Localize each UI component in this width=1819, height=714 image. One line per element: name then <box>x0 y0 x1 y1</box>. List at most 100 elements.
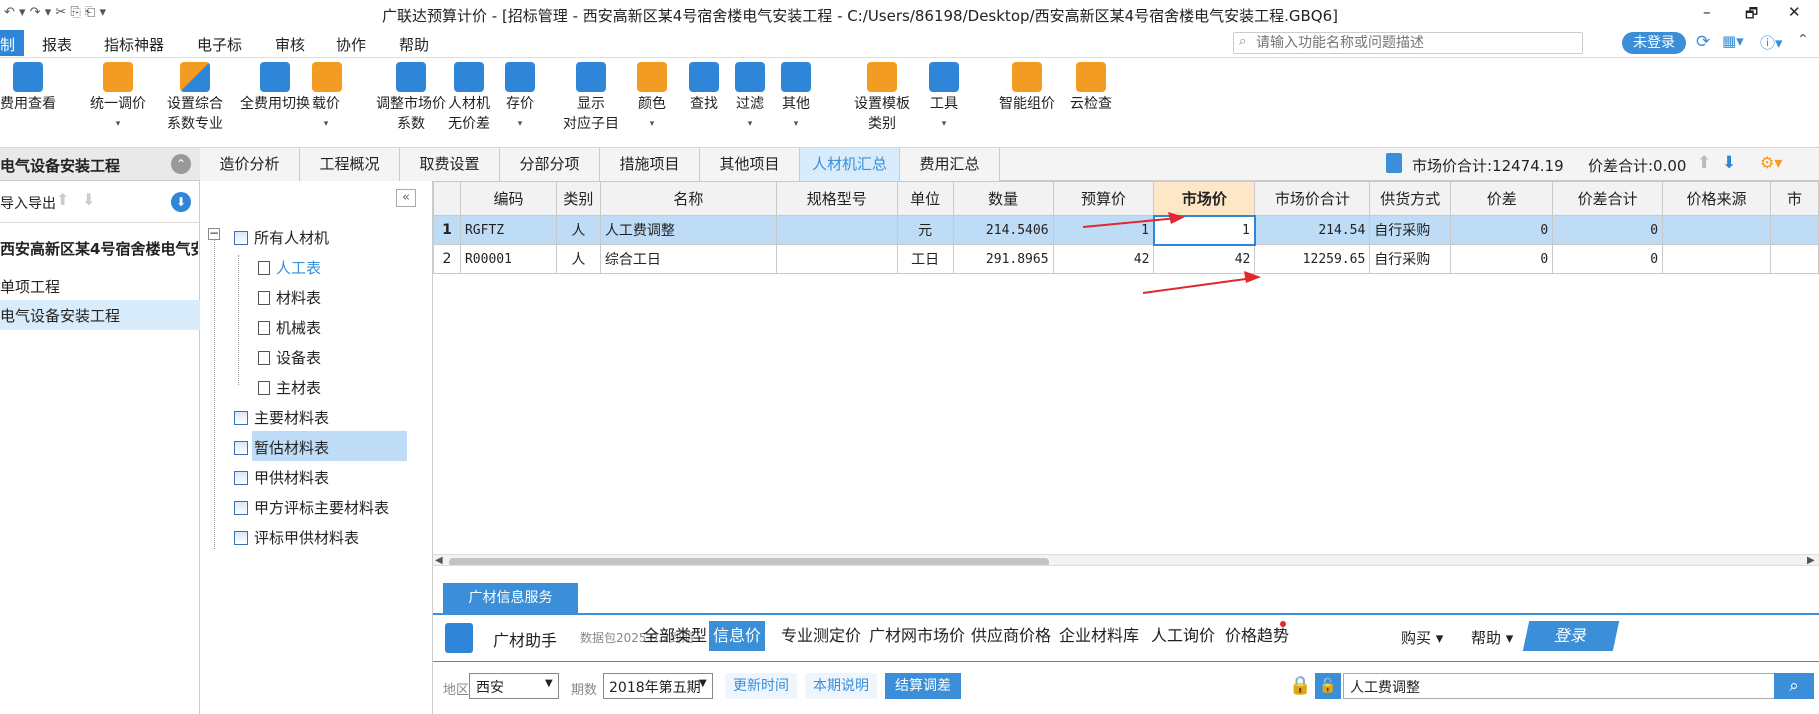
other-button[interactable]: 其他 ▾ <box>776 62 816 134</box>
save-price-button[interactable]: 存价 ▾ <box>500 62 540 134</box>
tools-button[interactable]: 工具 ▾ <box>924 62 964 134</box>
info-nav-item[interactable]: 专业测定价 <box>777 621 865 651</box>
function-search[interactable]: ⌕ <box>1233 32 1583 54</box>
move-down-icon[interactable]: ⬇ <box>1722 153 1736 173</box>
info-nav-item[interactable]: 广材网市场价 <box>865 621 969 651</box>
info-nav-item[interactable]: 供应商价格 <box>967 621 1055 651</box>
settings-icon[interactable]: ⚙▾ <box>1760 153 1782 172</box>
menu-item-indicator[interactable]: 指标神器 <box>104 34 164 55</box>
ribbon-label: 设置综合 <box>167 96 223 112</box>
unlock-icon[interactable]: 🔓 <box>1315 673 1341 699</box>
region-select[interactable]: 西安 ▼ <box>469 673 559 699</box>
settle-diff-button[interactable]: 结算调差 <box>885 673 961 699</box>
tab-labor-material-summary[interactable]: 人材机汇总 <box>800 148 900 181</box>
color-button[interactable]: 颜色 ▾ <box>632 62 672 134</box>
quick-access-toolbar[interactable]: ↶ ▾ ↷ ▾ ✂ ⎘ ⎗ ▾ <box>4 5 106 20</box>
search-icon[interactable]: ⌕ <box>1774 673 1814 699</box>
chevron-down-icon[interactable]: ▾ <box>730 114 770 134</box>
find-button[interactable]: 查找 <box>684 62 724 114</box>
login-badge[interactable]: 未登录 <box>1622 32 1686 54</box>
menu-item-report[interactable]: 报表 <box>42 34 72 55</box>
info-nav-item[interactable]: 企业材料库 <box>1055 621 1143 651</box>
unified-price-button[interactable]: 统一调价 ▾ <box>88 62 148 134</box>
chevron-down-icon[interactable]: ▾ <box>500 114 540 134</box>
collapse-ribbon-icon[interactable]: ⌃ <box>1797 32 1809 48</box>
tab-fee-settings[interactable]: 取费设置 <box>400 148 500 181</box>
tree-labor[interactable]: 人工表 <box>258 257 321 278</box>
price-search[interactable]: 人工费调整 ⌕ <box>1343 673 1814 699</box>
menu-item-review[interactable]: 审核 <box>275 34 305 55</box>
function-search-input[interactable] <box>1256 34 1576 52</box>
period-note-button[interactable]: 本期说明 <box>805 673 877 699</box>
info-nav-item[interactable]: 全部类型 <box>639 621 711 651</box>
cloud-check-button[interactable]: 云检查 <box>1065 62 1117 114</box>
chevron-down-icon[interactable]: ▾ <box>88 114 148 134</box>
download-icon[interactable]: ⬇ <box>171 192 191 212</box>
chevron-down-icon[interactable]: ▾ <box>312 114 340 134</box>
menu-item-collab[interactable]: 协作 <box>336 34 366 55</box>
smart-price-button[interactable]: 智能组价 <box>992 62 1062 114</box>
load-price-button[interactable]: 载价 ▾ <box>312 62 342 134</box>
minimize-button[interactable]: – <box>1703 3 1711 21</box>
template-category-button[interactable]: 设置模板 类别 <box>836 62 928 134</box>
chevron-down-icon[interactable]: ▾ <box>924 114 964 134</box>
update-time-button[interactable]: 更新时间 <box>725 673 797 699</box>
show-items-button[interactable]: 显示 对应子目 <box>556 62 626 134</box>
menu-item-bianzhi[interactable]: 制 <box>0 34 15 55</box>
info-nav-item[interactable]: 人工询价 <box>1147 621 1219 651</box>
no-diff-button[interactable]: 人材机 无价差 <box>440 62 498 134</box>
template-category-icon <box>867 62 897 92</box>
project-root[interactable]: 西安高新区某4号宿舍楼电气安装... <box>0 238 198 259</box>
move-up-icon[interactable]: ⬆ <box>1697 153 1711 173</box>
ribbon-label: 智能组价 <box>999 96 1055 112</box>
single-project[interactable]: 单项工程 <box>0 276 60 297</box>
ribbon-label: 系数 <box>397 116 425 132</box>
tree-estimated-materials[interactable]: 暂估材料表 <box>234 437 329 458</box>
maximize-button[interactable]: 🗗 <box>1745 3 1758 27</box>
tree-eval-owner-supplied[interactable]: 评标甲供材料表 <box>234 527 359 548</box>
full-fee-switch-icon <box>260 62 290 92</box>
tab-fee-summary[interactable]: 费用汇总 <box>900 148 1000 181</box>
info-nav-item[interactable]: 信息价 <box>709 621 766 651</box>
tab-cost-analysis[interactable]: 造价分析 <box>200 148 300 181</box>
collapse-up-icon[interactable]: ⌃ <box>171 154 191 174</box>
tab-division-items[interactable]: 分部分项 <box>500 148 600 181</box>
full-fee-switch-button[interactable]: 全费用切换 <box>236 62 314 114</box>
tree-material[interactable]: 材料表 <box>258 287 321 308</box>
help-menu[interactable]: 帮助 ▾ <box>1471 627 1513 648</box>
collapse-panel-button[interactable]: « <box>396 189 416 207</box>
tree-root[interactable]: 所有人材机 <box>234 227 329 248</box>
login-button[interactable]: 登录 <box>1522 621 1620 651</box>
tree-toggle[interactable]: − <box>208 227 220 240</box>
coef-setting-button[interactable]: 设置综合 系数专业 <box>158 62 232 134</box>
tree-main-material[interactable]: 主材表 <box>258 377 321 398</box>
tree-equipment[interactable]: 设备表 <box>258 347 321 368</box>
filter-button[interactable]: 过滤 ▾ <box>730 62 770 134</box>
tree-owner-eval-main[interactable]: 甲方评标主要材料表 <box>234 497 389 518</box>
info-icon[interactable]: ⓘ▾ <box>1760 32 1783 53</box>
close-button[interactable]: ✕ <box>1788 3 1801 21</box>
tree-main-materials[interactable]: 主要材料表 <box>234 407 329 428</box>
import-export-menu[interactable]: 导入导出 <box>0 193 56 213</box>
service-tab[interactable]: 广材信息服务 <box>443 583 578 613</box>
tree-machine[interactable]: 机械表 <box>258 317 321 338</box>
menu-item-help[interactable]: 帮助 <box>399 34 429 55</box>
price-search-input[interactable]: 人工费调整 <box>1350 677 1420 697</box>
tab-project-overview[interactable]: 工程概况 <box>300 148 400 181</box>
tab-other-items[interactable]: 其他项目 <box>700 148 800 181</box>
lock-icon[interactable]: 🔒 <box>1289 675 1311 696</box>
tab-measure-items[interactable]: 措施项目 <box>600 148 700 181</box>
tree-owner-supplied[interactable]: 甲供材料表 <box>234 467 329 488</box>
move-up-icon[interactable]: ⬆ <box>56 190 69 209</box>
apps-icon[interactable]: ▦▾ <box>1722 32 1744 50</box>
refresh-icon[interactable]: ⟳ <box>1696 32 1710 52</box>
fee-view-button[interactable]: 费用查看 <box>0 62 58 114</box>
chevron-down-icon[interactable]: ▾ <box>776 114 816 134</box>
period-select[interactable]: 2018年第五期 ▼ <box>603 673 713 699</box>
chevron-down-icon[interactable]: ▾ <box>632 114 672 134</box>
buy-menu[interactable]: 购买 ▾ <box>1401 627 1443 648</box>
unit-project-selected[interactable]: 电气设备安装工程 <box>0 305 120 326</box>
market-coef-button[interactable]: 调整市场价 系数 <box>372 62 450 134</box>
move-down-icon[interactable]: ⬇ <box>82 190 95 209</box>
menu-item-ebid[interactable]: 电子标 <box>197 34 242 55</box>
